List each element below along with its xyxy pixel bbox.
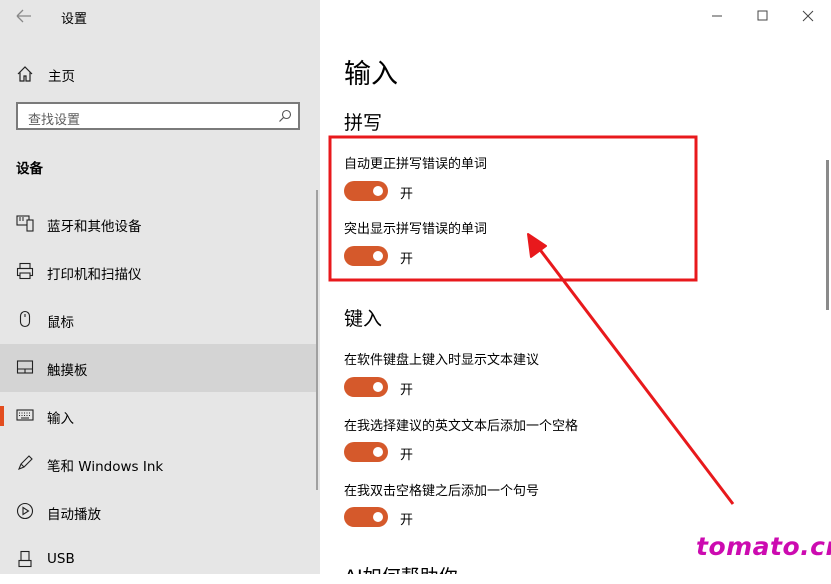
- arrow-left-icon: [16, 9, 31, 23]
- sidebar-item-mouse[interactable]: 鼠标: [0, 296, 318, 344]
- sidebar-item-usb[interactable]: USB: [0, 536, 318, 584]
- maximize-button[interactable]: [749, 6, 775, 26]
- main-scrollbar[interactable]: [826, 160, 829, 310]
- highlight-misspelled-toggle[interactable]: [344, 246, 388, 266]
- setting-label-add-period: 在我双击空格键之后添加一个句号: [344, 484, 540, 499]
- sidebar-item-label: 蓝牙和其他设备: [47, 219, 142, 235]
- group-title-spelling: 拼写: [344, 112, 383, 134]
- group-title-ai-help: AI如何帮助你: [344, 562, 458, 574]
- search-input[interactable]: 查找设置: [16, 102, 300, 130]
- add-space-toggle[interactable]: [344, 442, 388, 462]
- sidebar-item-label: 打印机和扫描仪: [47, 267, 142, 283]
- app-title: 设置: [61, 12, 88, 27]
- toggle-state-label: 开: [400, 252, 414, 267]
- touchpad-icon: [16, 360, 34, 374]
- sidebar-item-pen[interactable]: 笔和 Windows Ink: [0, 440, 318, 488]
- text-suggestions-toggle[interactable]: [344, 377, 388, 397]
- toggle-state-label: 开: [400, 448, 414, 463]
- autocorrect-toggle[interactable]: [344, 181, 388, 201]
- printer-icon: [16, 262, 34, 280]
- setting-label-text-suggestions: 在软件键盘上键入时显示文本建议: [344, 353, 540, 368]
- keyboard-icon: [16, 409, 34, 421]
- bluetooth-devices-icon: [16, 215, 34, 232]
- sidebar-item-autoplay[interactable]: 自动播放: [0, 488, 318, 536]
- toggle-knob: [373, 251, 383, 261]
- minimize-icon: [712, 15, 722, 17]
- autoplay-icon: [16, 502, 34, 520]
- sidebar-item-label: 触摸板: [47, 363, 88, 379]
- sidebar-home-label: 主页: [48, 69, 75, 85]
- main-panel: 输入 拼写 自动更正拼写错误的单词 开 突出显示拼写错误的单词 开 键入 在软件…: [320, 0, 831, 574]
- sidebar-item-label: USB: [47, 551, 75, 567]
- search-icon: [279, 109, 292, 122]
- setting-label-highlight: 突出显示拼写错误的单词: [344, 222, 488, 237]
- add-period-toggle[interactable]: [344, 507, 388, 527]
- toggle-knob: [373, 447, 383, 457]
- maximize-icon: [757, 10, 768, 21]
- setting-label-autocorrect: 自动更正拼写错误的单词: [344, 157, 488, 172]
- toggle-knob: [373, 186, 383, 196]
- group-title-typing: 键入: [344, 308, 383, 330]
- sidebar-scrollbar[interactable]: [316, 190, 318, 490]
- toggle-state-label: 开: [400, 383, 414, 398]
- usb-icon: [18, 550, 32, 568]
- sidebar-item-typing[interactable]: 输入: [0, 392, 318, 440]
- close-icon: [802, 10, 814, 22]
- sidebar-item-home[interactable]: 主页: [0, 58, 320, 88]
- sidebar-item-label: 笔和 Windows Ink: [47, 459, 164, 475]
- close-button[interactable]: [795, 6, 821, 26]
- selected-indicator: [0, 406, 4, 426]
- setting-label-add-space: 在我选择建议的英文文本后添加一个空格: [344, 419, 579, 434]
- sidebar-section-title: 设备: [16, 161, 43, 177]
- toggle-knob: [373, 512, 383, 522]
- sidebar: 设置 主页 查找设置 设备 蓝牙和其他设备 打印机和扫描仪 鼠标 触摸板 输入 …: [0, 0, 320, 574]
- watermark: tomato.cm: [696, 532, 831, 561]
- sidebar-item-label: 自动播放: [47, 507, 101, 523]
- toggle-state-label: 开: [400, 187, 414, 202]
- toggle-knob: [373, 382, 383, 392]
- home-icon: [17, 66, 33, 82]
- toggle-state-label: 开: [400, 513, 414, 528]
- sidebar-item-touchpad[interactable]: 触摸板: [0, 344, 318, 392]
- page-title: 输入: [344, 59, 398, 90]
- sidebar-item-label: 鼠标: [47, 315, 74, 331]
- minimize-button[interactable]: [704, 6, 730, 26]
- search-placeholder: 查找设置: [28, 113, 81, 128]
- back-button[interactable]: [12, 6, 36, 26]
- pen-icon: [18, 455, 33, 470]
- mouse-icon: [19, 310, 31, 328]
- sidebar-item-label: 输入: [47, 411, 74, 427]
- sidebar-item-printers[interactable]: 打印机和扫描仪: [0, 248, 318, 296]
- sidebar-item-bluetooth[interactable]: 蓝牙和其他设备: [0, 200, 318, 248]
